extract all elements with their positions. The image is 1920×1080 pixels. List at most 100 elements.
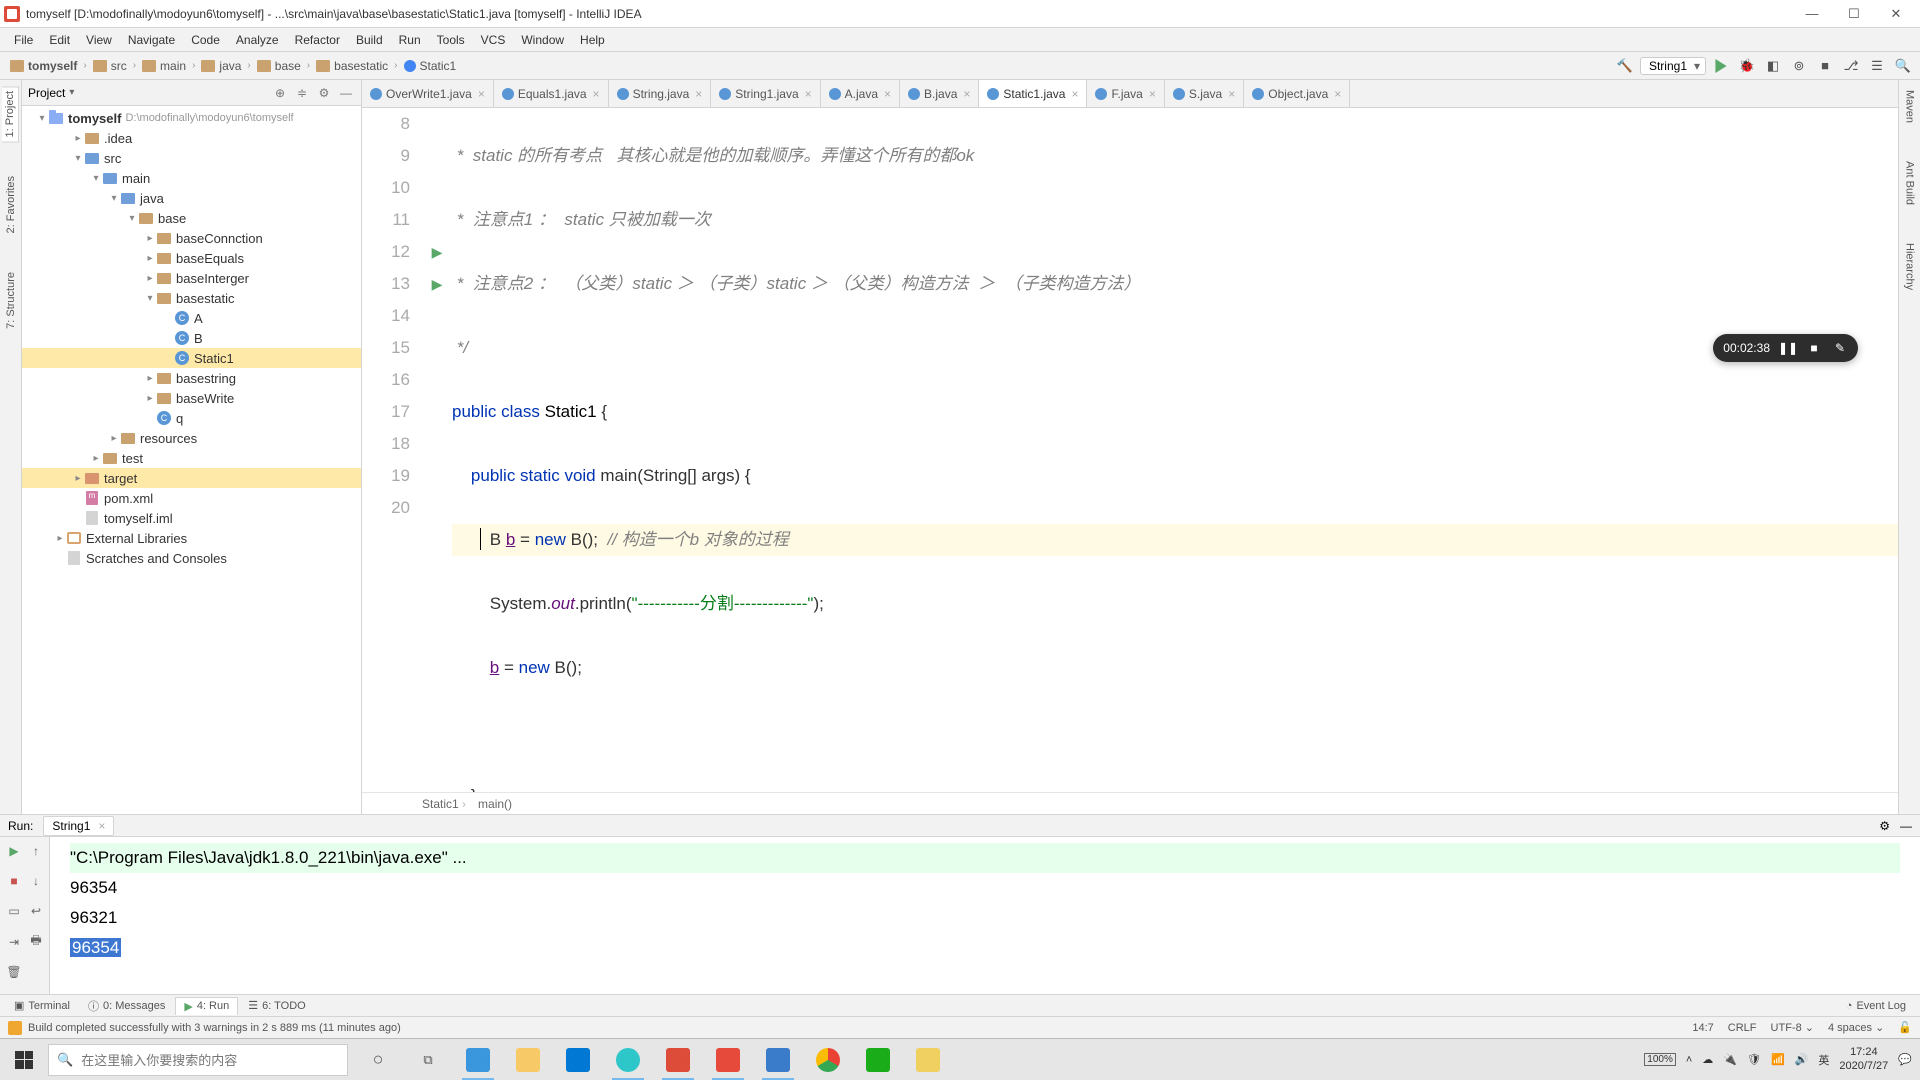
project-collapse-all[interactable]: ≑ xyxy=(293,84,311,102)
menu-help[interactable]: Help xyxy=(572,31,613,49)
close-button[interactable]: ✕ xyxy=(1876,2,1916,26)
side-tab-maven[interactable]: Maven xyxy=(1902,86,1918,127)
side-tab-hierarchy[interactable]: Hierarchy xyxy=(1902,239,1918,294)
side-tab-structure[interactable]: 7: Structure xyxy=(3,268,19,333)
editor-tab[interactable]: String.java× xyxy=(609,80,712,107)
crumb-main[interactable]: main xyxy=(138,57,190,75)
scroll-button[interactable]: ⇥ xyxy=(4,932,24,952)
tree-item[interactable]: ▸target xyxy=(22,468,361,488)
menu-code[interactable]: Code xyxy=(183,31,228,49)
ime-indicator[interactable]: 英 xyxy=(1818,1052,1829,1068)
crumb-class[interactable]: Static1 xyxy=(400,57,461,75)
rerun-button[interactable]: ▶ xyxy=(4,841,24,861)
bc-method[interactable]: main() xyxy=(478,797,512,811)
tree-item[interactable]: ▸baseInterger xyxy=(22,268,361,288)
code-editor[interactable]: 891011121314151617181920 ▶▶ * static 的所有… xyxy=(362,108,1898,792)
layout-button[interactable]: ▭ xyxy=(4,901,24,921)
crumb-root[interactable]: tomyself xyxy=(6,57,81,75)
run-settings-icon[interactable]: ⚙ xyxy=(1879,819,1890,833)
tab-todo[interactable]: ☰ 6: TODO xyxy=(240,997,313,1014)
editor-tab[interactable]: S.java× xyxy=(1165,80,1244,107)
up-button[interactable]: ↑ xyxy=(26,841,46,861)
tree-item[interactable]: ▸baseWrite xyxy=(22,388,361,408)
side-tab-favorites[interactable]: 2: Favorites xyxy=(3,172,19,237)
editor-tab[interactable]: OverWrite1.java× xyxy=(362,80,494,107)
editor-tab[interactable]: String1.java× xyxy=(711,80,820,107)
wifi-icon[interactable]: 📶 xyxy=(1771,1053,1785,1066)
status-caret-pos[interactable]: 14:7 xyxy=(1692,1022,1713,1034)
tree-item[interactable]: CA xyxy=(22,308,361,328)
side-tab-ant[interactable]: Ant Build xyxy=(1902,157,1918,209)
run-hide-button[interactable]: — xyxy=(1900,819,1912,833)
menu-tools[interactable]: Tools xyxy=(429,31,473,49)
menu-file[interactable]: File xyxy=(6,31,41,49)
tree-item[interactable]: mpom.xml xyxy=(22,488,361,508)
status-line-sep[interactable]: CRLF xyxy=(1728,1022,1757,1034)
vcs-button[interactable]: ⎇ xyxy=(1840,55,1862,77)
cortana-icon[interactable]: ○ xyxy=(354,1040,402,1080)
tray-chevron-up-icon[interactable]: ˄ xyxy=(1686,1054,1692,1066)
edge-icon[interactable] xyxy=(454,1040,502,1080)
tree-item[interactable]: CB xyxy=(22,328,361,348)
video-app-icon[interactable] xyxy=(854,1040,902,1080)
crumb-basestatic[interactable]: basestatic xyxy=(312,57,392,75)
clock[interactable]: 17:24 2020/7/27 xyxy=(1839,1046,1888,1072)
menu-analyze[interactable]: Analyze xyxy=(228,31,287,49)
menu-view[interactable]: View xyxy=(78,31,120,49)
tree-root[interactable]: ▾ tomyselfD:\modofinally\modoyun6\tomyse… xyxy=(22,108,361,128)
notes-icon[interactable] xyxy=(904,1040,952,1080)
tab-run[interactable]: ▶ 4: Run xyxy=(175,997,238,1015)
tree-item[interactable]: ▸test xyxy=(22,448,361,468)
menu-refactor[interactable]: Refactor xyxy=(287,31,348,49)
editor-tab[interactable]: Equals1.java× xyxy=(494,80,609,107)
app-red-icon[interactable] xyxy=(704,1040,752,1080)
editor-tab[interactable]: F.java× xyxy=(1087,80,1164,107)
down-button[interactable]: ↓ xyxy=(26,871,46,891)
recorder-pause-icon[interactable]: ❚❚ xyxy=(1780,340,1796,356)
tree-item[interactable]: CStatic1 xyxy=(22,348,361,368)
explorer-icon[interactable] xyxy=(504,1040,552,1080)
tab-messages[interactable]: ⓘ 0: Messages xyxy=(80,996,173,1016)
tree-item[interactable]: ▸baseConnction xyxy=(22,228,361,248)
structure-button[interactable]: ☰ xyxy=(1866,55,1888,77)
taskbar-search[interactable]: 🔍 在这里输入你要搜索的内容 xyxy=(48,1044,348,1076)
menu-run[interactable]: Run xyxy=(391,31,429,49)
bc-class[interactable]: Static1 xyxy=(422,797,466,811)
tree-item[interactable]: ▸resources xyxy=(22,428,361,448)
app-capture-icon[interactable] xyxy=(754,1040,802,1080)
power-icon[interactable]: 🔌 xyxy=(1723,1053,1737,1066)
intellij-taskbar-icon[interactable] xyxy=(654,1040,702,1080)
tab-event-log[interactable]: ◔ Event Log xyxy=(1838,998,1914,1014)
build-button[interactable]: 🔨 xyxy=(1614,55,1636,77)
crumb-java[interactable]: java xyxy=(197,57,245,75)
tree-item[interactable]: ▸basestring xyxy=(22,368,361,388)
project-hide-button[interactable]: — xyxy=(337,84,355,102)
minimize-button[interactable]: — xyxy=(1792,2,1832,26)
screen-recorder-overlay[interactable]: 00:02:38 ❚❚ ■ ✎ xyxy=(1713,334,1858,362)
mail-icon[interactable] xyxy=(554,1040,602,1080)
wrap-button[interactable]: ↩ xyxy=(26,901,46,921)
recorder-edit-icon[interactable]: ✎ xyxy=(1832,340,1848,356)
tree-item[interactable]: ▸baseEquals xyxy=(22,248,361,268)
tree-item[interactable]: ▸.idea xyxy=(22,128,361,148)
tree-item[interactable]: Cq xyxy=(22,408,361,428)
run-output[interactable]: "C:\Program Files\Java\jdk1.8.0_221\bin\… xyxy=(50,837,1920,994)
run-config-select[interactable]: String1 xyxy=(1640,57,1706,75)
start-button[interactable] xyxy=(0,1039,48,1080)
status-encoding[interactable]: UTF-8 ⌄ xyxy=(1771,1021,1814,1034)
debug-button[interactable]: 🐞 xyxy=(1736,55,1758,77)
menu-build[interactable]: Build xyxy=(348,31,391,49)
tree-item[interactable]: ▾java xyxy=(22,188,361,208)
browser-360-icon[interactable] xyxy=(604,1040,652,1080)
tree-item[interactable]: tomyself.iml xyxy=(22,508,361,528)
project-settings-button[interactable]: ⚙ xyxy=(315,84,333,102)
menu-window[interactable]: Window xyxy=(513,31,572,49)
tree-item[interactable]: ▸External Libraries xyxy=(22,528,361,548)
status-indent[interactable]: 4 spaces ⌄ xyxy=(1828,1021,1884,1034)
tree-item[interactable]: Scratches and Consoles xyxy=(22,548,361,568)
battery-icon[interactable]: 100% xyxy=(1644,1053,1676,1066)
tab-terminal[interactable]: ▣ Terminal xyxy=(6,997,78,1014)
search-everywhere-button[interactable]: 🔍 xyxy=(1892,55,1914,77)
tree-item[interactable]: ▾src xyxy=(22,148,361,168)
system-tray[interactable]: 100% ˄ ☁ 🔌 🛡 📶 🔊 英 17:24 2020/7/27 💬 xyxy=(1636,1046,1920,1072)
